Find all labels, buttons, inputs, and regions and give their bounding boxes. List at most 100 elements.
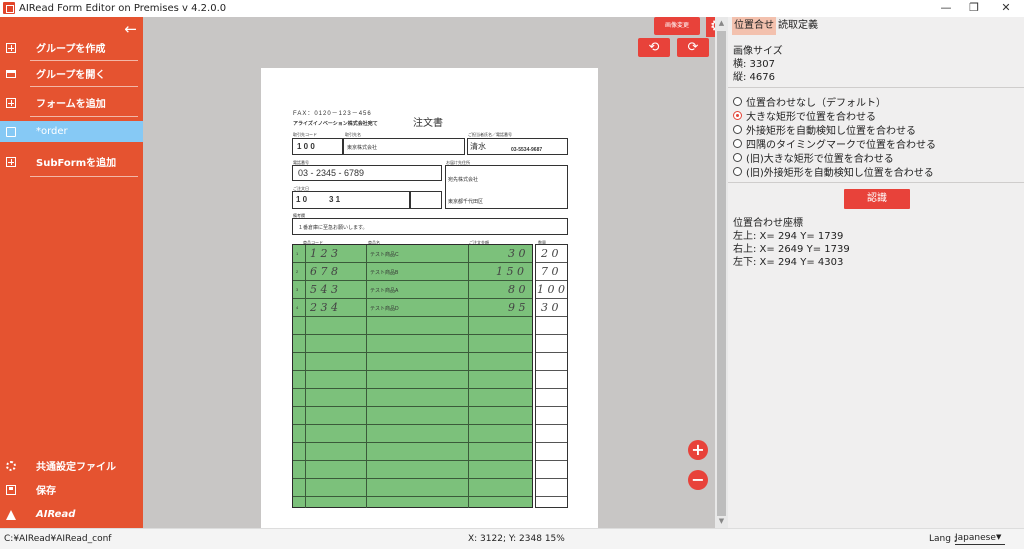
sidebar-item-label: フォームを追加: [36, 99, 106, 110]
save-icon: [6, 484, 16, 495]
time-box: [410, 191, 442, 209]
image-height: 縦: 4676: [733, 72, 775, 83]
grid-row: [536, 442, 567, 443]
grid-line: [305, 245, 306, 508]
divider: [30, 60, 138, 61]
grid-row: [536, 298, 567, 299]
panel-tabs: 位置合せ 読取定義: [732, 17, 820, 35]
grid-row: [536, 352, 567, 353]
rotate-right-button[interactable]: ⟳: [677, 38, 709, 57]
row-number: 1: [296, 251, 299, 256]
grid-row: [293, 406, 532, 407]
radio-label: (旧)外接矩形を自動検知し位置を合わせる: [746, 168, 934, 179]
tab-alignment[interactable]: 位置合せ: [732, 17, 776, 35]
delivery-address: 東京都千代田区: [448, 199, 484, 205]
customer-name: 東京株式会社: [347, 145, 378, 151]
window-title: AIRead Form Editor on Premises v 4.2.0.0: [19, 2, 227, 14]
document-icon: [6, 126, 16, 137]
maximize-button[interactable]: ❐: [960, 0, 988, 16]
divider: [30, 116, 138, 117]
radio-icon: [733, 167, 742, 176]
sidebar-item-label: 保存: [36, 486, 56, 497]
sidebar-item-label: グループを開く: [36, 70, 106, 81]
scrollbar-thumb[interactable]: [717, 31, 726, 516]
radio-timing-marks[interactable]: 四隅のタイミングマークで位置を合わせる: [733, 136, 936, 151]
plus-box-icon: [6, 42, 16, 53]
airead-logo-icon: [6, 509, 16, 520]
image-change-button[interactable]: 画像変更: [654, 17, 700, 35]
cursor-coordinates: X: 3122; Y: 2348 15%: [468, 534, 565, 544]
plus-box-icon: [6, 97, 16, 108]
radio-old-large-rect[interactable]: (旧)大きな矩形で位置を合わせる: [733, 150, 894, 165]
row-code: 6 7 8: [310, 265, 338, 278]
grid-row: [536, 262, 567, 263]
grid-row: [293, 370, 532, 371]
radio-no-alignment[interactable]: 位置合わせなし（デフォルト）: [733, 94, 886, 109]
tab-read-definition[interactable]: 読取定義: [776, 17, 820, 35]
rotate-left-button[interactable]: ⟲: [638, 38, 670, 57]
recognize-button[interactable]: 認識: [844, 189, 910, 209]
scroll-down-icon[interactable]: ▼: [715, 517, 728, 525]
minimize-button[interactable]: —: [932, 0, 960, 16]
grid-row: [536, 406, 567, 407]
grid-row: [293, 442, 532, 443]
contact-tel: 03-5534-9687: [511, 147, 543, 153]
sidebar-item-common-settings[interactable]: 共通設定ファイル: [0, 455, 143, 476]
title-bar: AIRead Form Editor on Premises v 4.2.0.0…: [0, 0, 1024, 16]
radio-icon: [733, 139, 742, 148]
zoom-in-button[interactable]: +: [688, 440, 708, 460]
vertical-scrollbar[interactable]: ▲ ▼: [715, 17, 728, 528]
row-number: 2: [296, 269, 299, 274]
back-arrow-icon[interactable]: ←: [124, 20, 137, 38]
sidebar-item-add-form[interactable]: フォームを追加: [0, 92, 143, 113]
radio-icon: [733, 97, 742, 106]
radio-large-rect[interactable]: 大きな矩形で位置を合わせる: [733, 108, 876, 123]
sidebar-item-label: SubFormを追加: [36, 158, 117, 169]
row-qty: 2 0: [541, 247, 559, 260]
radio-label: 四隅のタイミングマークで位置を合わせる: [746, 140, 936, 151]
zoom-out-button[interactable]: −: [688, 470, 708, 490]
row-code: 2 3 4: [310, 301, 338, 314]
row-name: テスト商品C: [370, 252, 399, 258]
grid-row: [293, 496, 532, 497]
row-number: 4: [296, 305, 299, 310]
grid-row: [536, 388, 567, 389]
customer-code: 1 0 0: [297, 142, 315, 151]
grid-row: [536, 496, 567, 497]
properties-panel: 位置合せ 読取定義 画像サイズ 横: 3307 縦: 4676 位置合わせなし（…: [728, 17, 1024, 528]
radio-label: 大きな矩形で位置を合わせる: [746, 112, 876, 123]
grid-row: [536, 478, 567, 479]
date-box: [292, 191, 410, 209]
grid-row: [536, 280, 567, 281]
recognition-area-grid[interactable]: 1 1 2 3 テスト商品C 3 0 2 6 7 8 テスト商品B 1 5 0 …: [292, 244, 533, 508]
row-price: 1 5 0: [496, 265, 524, 278]
row-price: 3 0: [508, 247, 526, 260]
radio-bounding-rect-auto[interactable]: 外接矩形を自動検知し位置を合わせる: [733, 122, 916, 137]
sidebar: ← グループを作成 グループを開く フォームを追加 *order SubForm…: [0, 17, 143, 528]
sidebar-item-label: *order: [36, 126, 68, 137]
sidebar-item-create-group[interactable]: グループを作成: [0, 37, 143, 58]
form-image[interactable]: FAX：0120－123－456 注文書 アライズイノベーション株式会社宛て 取…: [261, 68, 598, 530]
grid-line: [468, 245, 469, 508]
chevron-down-icon[interactable]: ▼: [996, 533, 1001, 541]
row-qty: 1 0 0: [537, 283, 565, 296]
row-qty: 3 0: [541, 301, 559, 314]
grid-row: [293, 478, 532, 479]
grid-row: [536, 460, 567, 461]
fax-number: FAX：0120－123－456: [293, 111, 372, 117]
sidebar-item-save[interactable]: 保存: [0, 479, 143, 500]
brand-label: AIRead: [36, 509, 76, 520]
divider: [30, 176, 138, 177]
grid-row: [293, 298, 532, 299]
divider: [728, 87, 1024, 88]
sidebar-item-open-group[interactable]: グループを開く: [0, 63, 143, 84]
row-name: テスト商品A: [370, 288, 399, 294]
radio-old-bounding-rect[interactable]: (旧)外接矩形を自動検知し位置を合わせる: [733, 164, 934, 179]
scroll-up-icon[interactable]: ▲: [715, 19, 728, 27]
grid-row: [536, 316, 567, 317]
sidebar-item-add-subform[interactable]: SubFormを追加: [0, 151, 143, 172]
sidebar-item-order[interactable]: *order: [0, 121, 143, 142]
radio-label: 外接矩形を自動検知し位置を合わせる: [746, 126, 916, 137]
row-price: 8 0: [508, 283, 526, 296]
close-button[interactable]: ✕: [992, 0, 1020, 16]
